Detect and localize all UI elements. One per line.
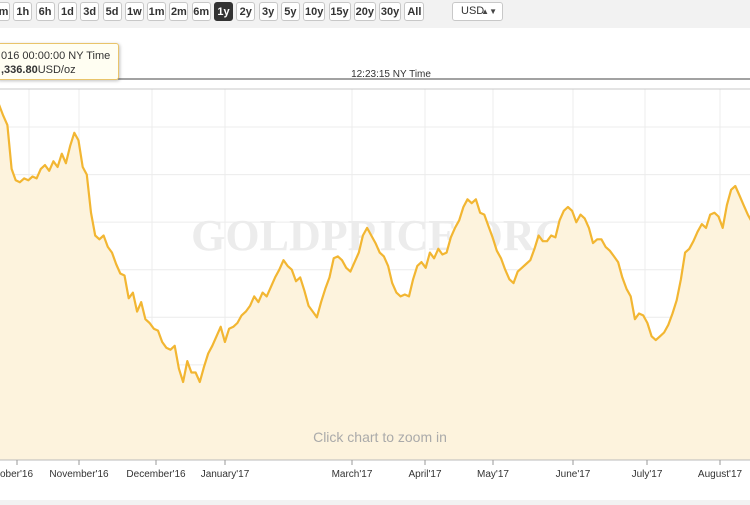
x-axis-ticks: ober'16 November'16 December'16 January'17 M… xyxy=(0,460,743,480)
range-button-6m[interactable]: 6m xyxy=(191,2,211,21)
range-button-1h[interactable]: 1h xyxy=(13,2,33,21)
tooltip-value: ,336.80 xyxy=(1,64,38,76)
timestamp-label: 12:23:15 NY Time xyxy=(351,69,431,80)
range-button-1m[interactable]: 1m xyxy=(147,2,167,21)
tooltip-date: 016 00:00:00 NY Time xyxy=(1,50,111,62)
range-button-1y[interactable]: 1y xyxy=(214,2,233,21)
range-button-1d[interactable]: 1d xyxy=(57,2,77,21)
range-button-15y[interactable]: 15y xyxy=(328,2,351,21)
x-tick-label: ober'16 xyxy=(0,469,33,480)
range-button-1w[interactable]: 1w xyxy=(124,2,144,21)
range-button-5d[interactable]: 5d xyxy=(102,2,122,21)
range-button-10y[interactable]: 10y xyxy=(303,2,326,21)
x-tick-label: December'16 xyxy=(126,469,186,480)
range-button-3y[interactable]: 3y xyxy=(258,2,278,21)
currency-select[interactable]: USD ▲▼ xyxy=(452,2,503,21)
zoom-hint: Click chart to zoom in xyxy=(313,429,447,445)
range-toolbar: m 1h 6h 1d 3d 5d 1w 1m 2m 6m 1y 2y 3y 5y 10y 15y 20y 30y A… xyxy=(0,0,750,26)
range-button-5y[interactable]: 5y xyxy=(280,2,300,21)
x-tick-label: April'17 xyxy=(408,469,441,480)
tooltip-unit: USD/oz xyxy=(37,64,76,76)
range-button-2m[interactable]: 2m xyxy=(169,2,189,21)
x-tick-label: June'17 xyxy=(556,469,591,480)
select-arrows-icon: ▲▼ xyxy=(481,7,497,16)
x-tick-label: July'17 xyxy=(632,469,663,480)
chart-area[interactable]: 12:23:15 NY Time GOLDPRICE.ORG Click cha… xyxy=(0,28,750,500)
x-tick-label: January'17 xyxy=(201,469,250,480)
range-button-20y[interactable]: 20y xyxy=(353,2,376,21)
x-tick-label: November'16 xyxy=(49,469,109,480)
x-tick-label: March'17 xyxy=(332,469,373,480)
price-area-fill xyxy=(0,107,750,460)
range-button-2y[interactable]: 2y xyxy=(236,2,256,21)
range-button-m[interactable]: m xyxy=(0,2,10,21)
gold-price-chart[interactable]: 12:23:15 NY Time GOLDPRICE.ORG Click cha… xyxy=(0,28,750,500)
x-tick-label: August'17 xyxy=(698,469,743,480)
range-button-3d[interactable]: 3d xyxy=(80,2,100,21)
x-tick-label: May'17 xyxy=(477,469,509,480)
range-button-6h[interactable]: 6h xyxy=(35,2,55,21)
range-button-30y[interactable]: 30y xyxy=(379,2,402,21)
price-tooltip: 016 00:00:00 NY Time ,336.80USD/oz xyxy=(0,43,119,80)
range-button-all[interactable]: All xyxy=(404,2,425,21)
